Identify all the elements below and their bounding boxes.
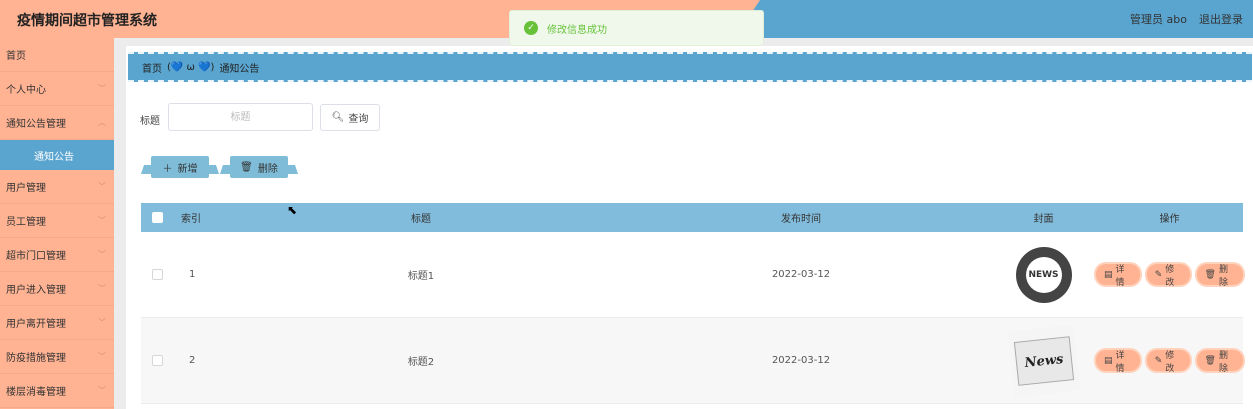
sidebar-item-label: 超市门口管理 — [6, 251, 66, 262]
row-checkbox[interactable] — [151, 269, 163, 280]
sidebar-item-personal-center[interactable]: 个人中心 ﹀ — [0, 72, 114, 106]
column-header-ops: 操作 — [1159, 214, 1180, 225]
chevron-down-icon: ﹀ — [98, 352, 106, 361]
bulk-delete-button-label: 删除 — [257, 163, 278, 175]
trash-icon: 🗑︎ — [1204, 355, 1216, 366]
row-title: 标题1 — [407, 271, 435, 282]
header-user-area: 管理员 abo 退出登录 — [1130, 11, 1243, 27]
detail-button[interactable]: ▤ 详情 — [1096, 264, 1140, 288]
sidebar: 首页 个人中心 ﹀ 通知公告管理 ︿ 通知公告 用户管理 ﹀ 员工管理 ﹀ 超市… — [0, 38, 114, 409]
edit-button[interactable]: ✎ 修改 — [1146, 350, 1190, 374]
edit-button[interactable]: ✎ 修改 — [1146, 264, 1190, 288]
table-header: 索引 标题 发布时间 封面 操作 — [141, 203, 1243, 232]
edit-button-label: 修改 — [1165, 264, 1175, 288]
chevron-down-icon: ﹀ — [98, 84, 106, 93]
row-index: 1 — [189, 269, 196, 280]
document-icon: ▤ — [1104, 269, 1113, 280]
app-title: 疫情期间超市管理系统 — [17, 13, 157, 29]
row-title: 标题2 — [407, 357, 435, 368]
notice-table: 索引 标题 发布时间 封面 操作 1 标题1 2022-03-12 NEWS ▤… — [141, 203, 1243, 404]
cover-image: News — [1007, 324, 1080, 397]
news-logo-text: NEWS — [1025, 256, 1062, 293]
row-index: 2 — [189, 355, 196, 366]
pencil-icon: ✎ — [1154, 355, 1163, 366]
success-toast: ✓ 修改信息成功 — [509, 10, 764, 46]
add-button[interactable]: ＋ 新增 — [151, 156, 209, 178]
row-time: 2022-03-12 — [771, 355, 831, 366]
pencil-icon: ✎ — [1154, 269, 1163, 280]
sidebar-item-label: 员工管理 — [6, 217, 46, 228]
chevron-down-icon: ﹀ — [98, 182, 106, 191]
table-row: 1 标题1 2022-03-12 NEWS ▤ 详情 ✎ 修改 🗑︎ 删除 — [141, 232, 1243, 318]
sidebar-item-epidemic-measures[interactable]: 防疫措施管理 ﹀ — [0, 340, 114, 374]
select-all-checkbox[interactable] — [151, 212, 163, 223]
sidebar-item-label: 首页 — [6, 51, 26, 62]
table-row: 2 标题2 2022-03-12 News ▤ 详情 ✎ 修改 🗑︎ 删除 — [141, 318, 1243, 404]
news-logo-text: News — [1013, 335, 1074, 386]
logout-button[interactable]: 退出登录 — [1199, 11, 1243, 27]
plus-icon: ＋ — [162, 163, 173, 175]
breadcrumb: 首页 (💙 ω 💙) 通知公告 — [128, 52, 1252, 82]
detail-button-label: 详情 — [1115, 264, 1125, 288]
row-time: 2022-03-12 — [771, 269, 831, 280]
sidebar-item-staff-management[interactable]: 员工管理 ﹀ — [0, 204, 114, 238]
sidebar-item-user-exit[interactable]: 用户离开管理 ﹀ — [0, 306, 114, 340]
delete-button[interactable]: 🗑︎ 删除 — [1196, 264, 1243, 288]
breadcrumb-separator: (💙 ω 💙) — [167, 61, 215, 73]
detail-button-label: 详情 — [1115, 350, 1125, 374]
sidebar-item-label: 楼层消毒管理 — [6, 387, 66, 398]
search-icon: 🔍︎ — [331, 112, 345, 123]
breadcrumb-home[interactable]: 首页 — [142, 60, 162, 75]
sidebar-item-label: 用户进入管理 — [6, 285, 66, 296]
chevron-down-icon: ﹀ — [98, 386, 106, 395]
delete-button-label: 删除 — [1218, 264, 1228, 288]
trash-icon: 🗑︎ — [1204, 269, 1216, 280]
user-role-label[interactable]: 管理员 abo — [1130, 11, 1187, 27]
sidebar-subitem-notice[interactable]: 通知公告 — [0, 140, 114, 170]
detail-button[interactable]: ▤ 详情 — [1096, 350, 1140, 374]
sidebar-item-entrance-management[interactable]: 超市门口管理 ﹀ — [0, 238, 114, 272]
sidebar-item-label: 个人中心 — [6, 85, 46, 96]
add-button-label: 新增 — [177, 163, 198, 175]
sidebar-item-label: 用户离开管理 — [6, 319, 66, 330]
sidebar-item-label: 通知公告 — [34, 151, 74, 163]
sidebar-item-floor-disinfection[interactable]: 楼层消毒管理 ﹀ — [0, 374, 114, 408]
sidebar-item-label: 通知公告管理 — [6, 119, 66, 130]
query-button[interactable]: 🔍︎ 查询 — [320, 104, 380, 131]
column-header-time: 发布时间 — [781, 214, 821, 225]
toast-message: 修改信息成功 — [547, 24, 607, 36]
trash-icon: 🗑︎ — [240, 161, 253, 173]
sidebar-item-home[interactable]: 首页 — [0, 38, 114, 72]
main-content: 首页 (💙 ω 💙) 通知公告 标题 🔍︎ 查询 ＋ 新增 🗑︎ 删除 索引 标… — [126, 46, 1253, 409]
search-title-input[interactable] — [168, 103, 313, 131]
sidebar-item-label: 防疫措施管理 — [6, 353, 66, 364]
check-circle-icon: ✓ — [524, 21, 538, 35]
sidebar-item-user-entry[interactable]: 用户进入管理 ﹀ — [0, 272, 114, 306]
column-header-index: 索引 — [181, 214, 201, 225]
delete-button[interactable]: 🗑︎ 删除 — [1196, 350, 1243, 374]
bulk-delete-button[interactable]: 🗑︎ 删除 — [230, 156, 288, 178]
chevron-up-icon: ︿ — [98, 118, 106, 127]
search-title-label: 标题 — [140, 116, 160, 127]
sidebar-item-label: 用户管理 — [6, 183, 46, 194]
delete-button-label: 删除 — [1218, 350, 1228, 374]
cover-image: NEWS — [1015, 246, 1072, 303]
chevron-down-icon: ﹀ — [98, 250, 106, 259]
row-checkbox[interactable] — [151, 355, 163, 366]
chevron-down-icon: ﹀ — [98, 318, 106, 327]
query-button-label: 查询 — [348, 114, 369, 125]
sidebar-item-user-management[interactable]: 用户管理 ﹀ — [0, 170, 114, 204]
document-icon: ▤ — [1104, 355, 1113, 366]
chevron-down-icon: ﹀ — [98, 284, 106, 293]
mouse-cursor-icon: ⬉ — [287, 203, 298, 217]
breadcrumb-current: 通知公告 — [219, 63, 260, 75]
column-header-cover: 封面 — [1033, 214, 1054, 225]
edit-button-label: 修改 — [1165, 350, 1175, 374]
chevron-down-icon: ﹀ — [98, 216, 106, 225]
sidebar-item-notice-management[interactable]: 通知公告管理 ︿ — [0, 106, 114, 140]
